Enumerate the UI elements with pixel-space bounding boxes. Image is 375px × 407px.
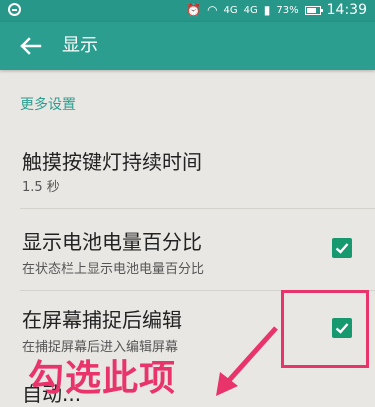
app-bar: 显示 <box>0 22 375 70</box>
battery-icon <box>304 5 323 15</box>
pref-touch-key-light-duration[interactable]: 触摸按键灯持续时间 1.5 秒 <box>0 136 375 198</box>
annotation-label: 勾选此项 <box>28 358 177 399</box>
section-header: 更多设置 <box>20 97 76 113</box>
alarm-icon: ⏰ <box>186 3 202 17</box>
arrow-left-icon <box>20 37 42 55</box>
clock: 14:39 <box>326 2 367 18</box>
pref-title: 触摸按键灯持续时间 <box>22 150 202 174</box>
battery-percentage-checkbox[interactable] <box>332 238 352 258</box>
status-icons: ⏰ ◠ 4G 4G ▮ 73% 14:39 <box>186 2 367 18</box>
back-button[interactable] <box>18 34 44 58</box>
pref-summary: 1.5 秒 <box>22 180 60 195</box>
signal-icon: ▮ <box>263 3 271 17</box>
page-title: 显示 <box>62 35 98 56</box>
wifi-icon: ◠ <box>207 3 218 17</box>
network-label: 4G <box>223 4 238 16</box>
divider <box>20 208 375 209</box>
pref-title: 在屏幕捕捉后编辑 <box>22 308 182 332</box>
network-label-2: 4G <box>243 4 258 16</box>
pref-summary: 在捕捉屏幕后进入编辑屏幕 <box>22 340 179 355</box>
pref-show-battery-percentage[interactable]: 显示电池电量百分比 在状态栏上显示电池电量百分比 <box>0 216 375 286</box>
check-icon <box>335 243 349 254</box>
pref-summary: 在状态栏上显示电池电量百分比 <box>22 262 205 277</box>
status-bar: ⏰ ◠ 4G 4G ▮ 73% 14:39 <box>0 0 375 22</box>
battery-percent: 73% <box>276 4 299 16</box>
annotation-arrow-icon <box>216 326 278 396</box>
highlight-box <box>281 290 369 368</box>
notification-icon <box>8 3 21 16</box>
pref-title: 显示电池电量百分比 <box>22 230 202 254</box>
